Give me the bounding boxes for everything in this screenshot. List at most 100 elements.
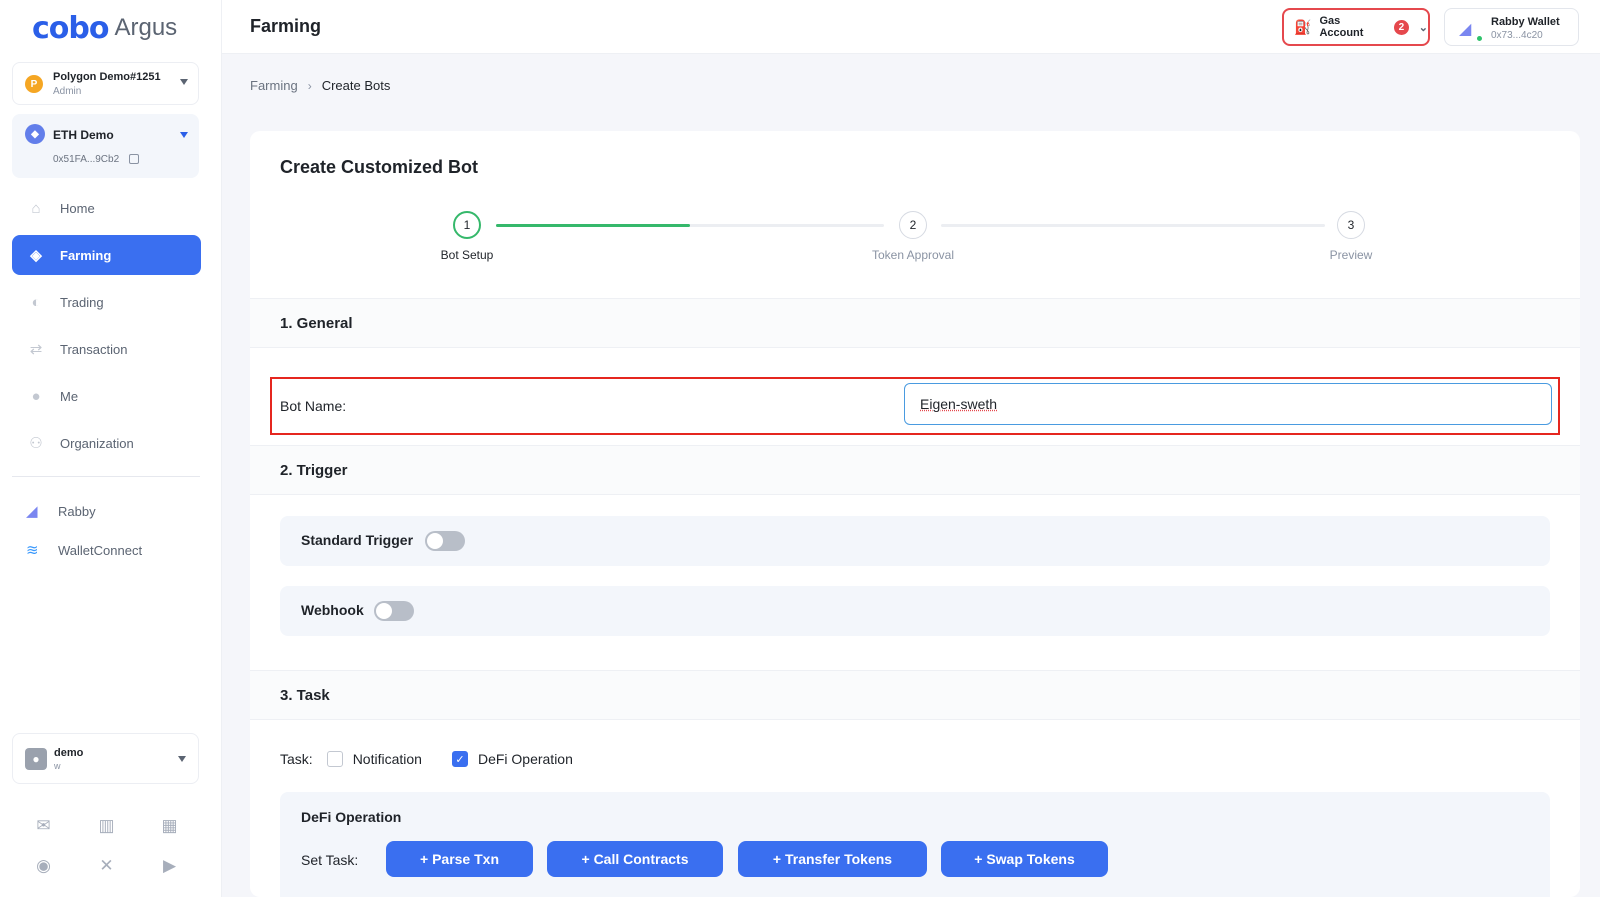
notification-checkbox[interactable] [326,751,343,767]
sidebar-item-rabby[interactable]: ◢ Rabby [12,496,201,526]
transfer-tokens-button[interactable]: + Transfer Tokens [738,841,927,877]
map-icon[interactable]: ▦ [138,815,201,837]
stepper: 1 Bot Setup 2 Token Approval 3 Preview [250,211,1580,271]
sidebar-item-trading[interactable]: ◐ Trading [12,282,201,322]
footer-links: ✉ ▥ ▦ ◉ ✕ ▶ [12,815,201,877]
option-label: Notification [352,751,422,767]
section-title: 2. Trigger [280,462,348,479]
section-task-header: 3. Task [250,670,1580,720]
defi-operation-checkbox[interactable]: ✓ [451,751,468,767]
webhook-toggle[interactable] [374,601,414,621]
wallet-address: 0x73...4c20 [1491,30,1543,41]
sidebar-item-label: Transaction [60,341,128,357]
sidebar-item-label: Organization [60,435,134,451]
mail-icon[interactable]: ✉ [12,815,75,837]
group-icon: ⚇ [29,435,43,452]
call-contracts-button[interactable]: + Call Contracts [547,841,723,877]
section-title: 1. General [280,315,353,332]
defi-operation-panel: DeFi Operation Set Task: + Parse Txn + C… [280,792,1550,897]
step-bot-setup: 1 Bot Setup [407,211,527,262]
person-icon: ● [31,387,41,405]
sidebar-item-label: Farming [60,247,112,263]
x-icon[interactable]: ✕ [75,855,138,877]
card-title: Create Customized Bot [280,157,479,177]
standard-trigger-row: Standard Trigger [280,516,1550,566]
breadcrumb: Farming › Create Bots [250,78,390,93]
rabby-icon: ◢ [1459,21,1472,38]
gas-account-button[interactable]: ⛽ Gas Account 2 ⌄ [1282,8,1430,46]
caret-down-icon [178,756,186,762]
step-token-approval: 2 Token Approval [853,211,973,262]
webhook-row: Webhook [280,586,1550,636]
account-selector-polygon[interactable]: P Polygon Demo#1251 Admin [12,62,199,105]
step-number: 2 [899,211,927,239]
sidebar-item-organization[interactable]: ⚇ Organization [12,423,201,463]
section-general-header: 1. General [250,298,1580,348]
sidebar-item-transaction[interactable]: ⇄ Transaction [12,329,201,369]
sidebar-item-label: Home [60,200,95,216]
youtube-icon[interactable]: ▶ [138,855,201,877]
page-title: Farming [250,16,322,36]
breadcrumb-farming[interactable]: Farming [250,78,298,93]
wallet-selector-eth[interactable]: ◆ ETH Demo 0x51FA...9Cb2 [12,114,199,178]
defi-title: DeFi Operation [301,809,402,825]
sidebar-item-label: Trading [60,294,104,310]
connected-wallet-button[interactable]: ◢ Rabby Wallet 0x73...4c20 [1444,8,1579,46]
task-label: Task: [280,751,313,767]
wallet-address: 0x51FA...9Cb2 [53,154,120,165]
book-icon[interactable]: ▥ [75,815,138,837]
user-menu[interactable]: ● demo w [12,733,199,784]
gas-pump-icon: ⛽ [1294,18,1312,35]
bot-name-row: Bot Name: [270,377,1560,435]
ethereum-icon: ◆ [25,124,45,144]
sidebar: cobo Argus P Polygon Demo#1251 Admin ◆ E… [0,0,222,897]
status-dot [1476,35,1483,42]
logo-word: Argus [114,14,178,41]
transaction-icon: ⇄ [29,341,43,358]
step-track-1 [496,224,884,227]
gas-account-label: Gas Account [1319,15,1364,39]
trigger-label: Standard Trigger [301,532,414,548]
caret-down-icon [180,132,188,138]
defi-operation-option[interactable]: ✓ DeFi Operation [451,751,573,767]
sidebar-item-me[interactable]: ● Me [12,376,201,416]
section-trigger-header: 2. Trigger [250,445,1580,495]
sidebar-item-farming[interactable]: ◈ Farming [12,235,201,275]
step-preview: 3 Preview [1291,211,1411,262]
chevron-right-icon: › [307,78,312,93]
step-label: Bot Setup [440,248,494,262]
option-label: DeFi Operation [477,751,573,767]
section-title: 3. Task [280,687,330,704]
account-role: Admin [53,86,82,97]
swap-tokens-button[interactable]: + Swap Tokens [941,841,1108,877]
sidebar-item-home[interactable]: ⌂ Home [12,188,201,228]
chevron-down-icon: ⌄ [1418,21,1428,34]
logo-mark: cobo [32,10,109,46]
user-sub: w [54,761,61,771]
sidebar-item-label: Rabby [58,503,96,519]
breadcrumb-current: Create Bots [321,78,391,93]
standard-trigger-toggle[interactable] [425,531,465,551]
task-options: Task: Notification ✓ DeFi Operation [280,751,603,767]
bot-name-input[interactable] [904,383,1552,425]
step-track-2 [941,224,1325,227]
create-bot-card: Create Customized Bot 1 Bot Setup 2 Toke… [250,131,1580,897]
avatar-icon: ● [25,748,47,770]
trading-icon: ◐ [31,293,41,311]
home-icon: ⌂ [31,199,41,217]
step-number: 3 [1337,211,1365,239]
copy-icon[interactable] [129,154,139,164]
parse-txn-button[interactable]: + Parse Txn [386,841,533,877]
sidebar-divider [12,476,200,477]
polygon-badge-icon: P [25,75,43,93]
logo[interactable]: cobo Argus [32,10,178,46]
discord-icon[interactable]: ◉ [12,855,75,877]
user-name: demo [54,747,84,759]
bot-name-label: Bot Name: [280,398,347,414]
sidebar-item-label: Me [60,388,79,404]
topbar: Farming ⛽ Gas Account 2 ⌄ ◢ Rabby Wallet… [222,0,1600,54]
sidebar-item-walletconnect[interactable]: ≋ WalletConnect [12,535,201,565]
gas-count-badge: 2 [1393,19,1409,35]
notification-option[interactable]: Notification [326,751,422,767]
step-label: Preview [1329,248,1373,262]
